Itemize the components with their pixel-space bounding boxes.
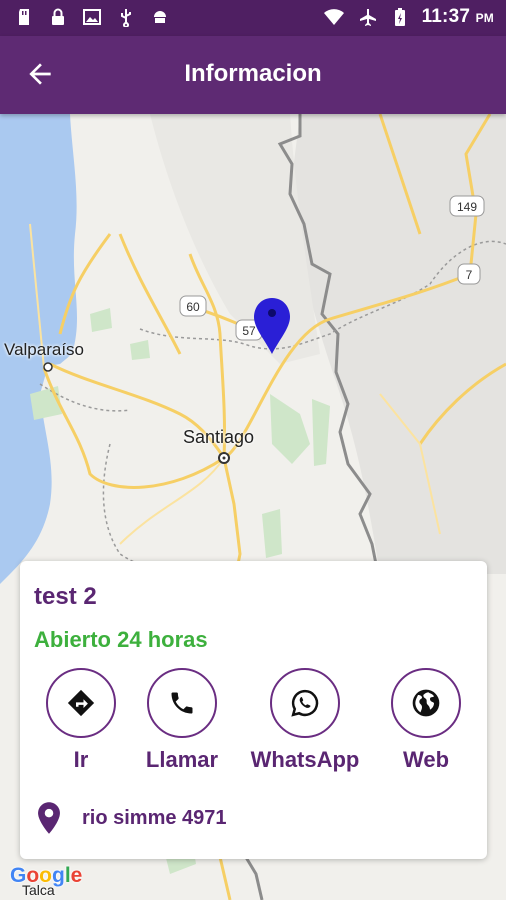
directions-icon — [67, 689, 95, 717]
status-bar: 11:37 PM — [0, 0, 506, 36]
clock: 11:37 PM — [421, 6, 494, 27]
svg-text:57: 57 — [242, 324, 256, 338]
whatsapp-icon — [291, 689, 319, 717]
battery-icon — [394, 8, 405, 26]
whatsapp-button[interactable]: WhatsApp — [247, 668, 363, 773]
directions-label: Ir — [73, 747, 89, 772]
call-label: Llamar — [145, 747, 219, 772]
phone-icon — [171, 692, 193, 714]
web-button[interactable]: Web — [390, 668, 462, 773]
action-buttons: Ir Llamar WhatsApp Web — [20, 668, 487, 778]
address-text: rio simme 4971 — [82, 806, 227, 829]
lock-icon — [52, 8, 64, 25]
city-dot-valparaiso — [43, 362, 53, 372]
place-name: test 2 — [34, 583, 97, 610]
usb-icon — [121, 9, 131, 27]
image-icon — [83, 9, 101, 25]
wifi-icon — [323, 9, 344, 25]
address-row: rio simme 4971 — [34, 801, 227, 835]
opening-status: Abierto 24 horas — [34, 627, 208, 652]
route-shield-7: 7 — [457, 263, 481, 285]
google-logo: Google — [10, 864, 83, 887]
call-button[interactable]: Llamar — [141, 668, 223, 773]
map-label-valparaiso: Valparaíso — [4, 340, 85, 359]
page-title: Informacion — [184, 60, 322, 87]
svg-text:60: 60 — [186, 300, 200, 314]
whatsapp-label: WhatsApp — [250, 747, 360, 772]
globe-icon — [412, 689, 440, 717]
svg-text:149: 149 — [457, 200, 477, 214]
place-info-card: test 2 Abierto 24 horas Ir Llamar WhatsA… — [20, 561, 487, 859]
airplane-icon — [359, 9, 376, 26]
map-label-santiago: Santiago — [183, 427, 255, 447]
app-bar: Informacion — [0, 36, 506, 114]
directions-button[interactable]: Ir — [45, 668, 117, 773]
location-pin-icon — [38, 802, 60, 834]
web-label: Web — [402, 747, 450, 772]
sd-card-icon — [19, 9, 29, 25]
svg-text:7: 7 — [466, 268, 473, 282]
route-shield-60: 60 — [179, 295, 207, 317]
route-shield-149: 149 — [449, 195, 485, 217]
android-icon — [154, 11, 166, 23]
